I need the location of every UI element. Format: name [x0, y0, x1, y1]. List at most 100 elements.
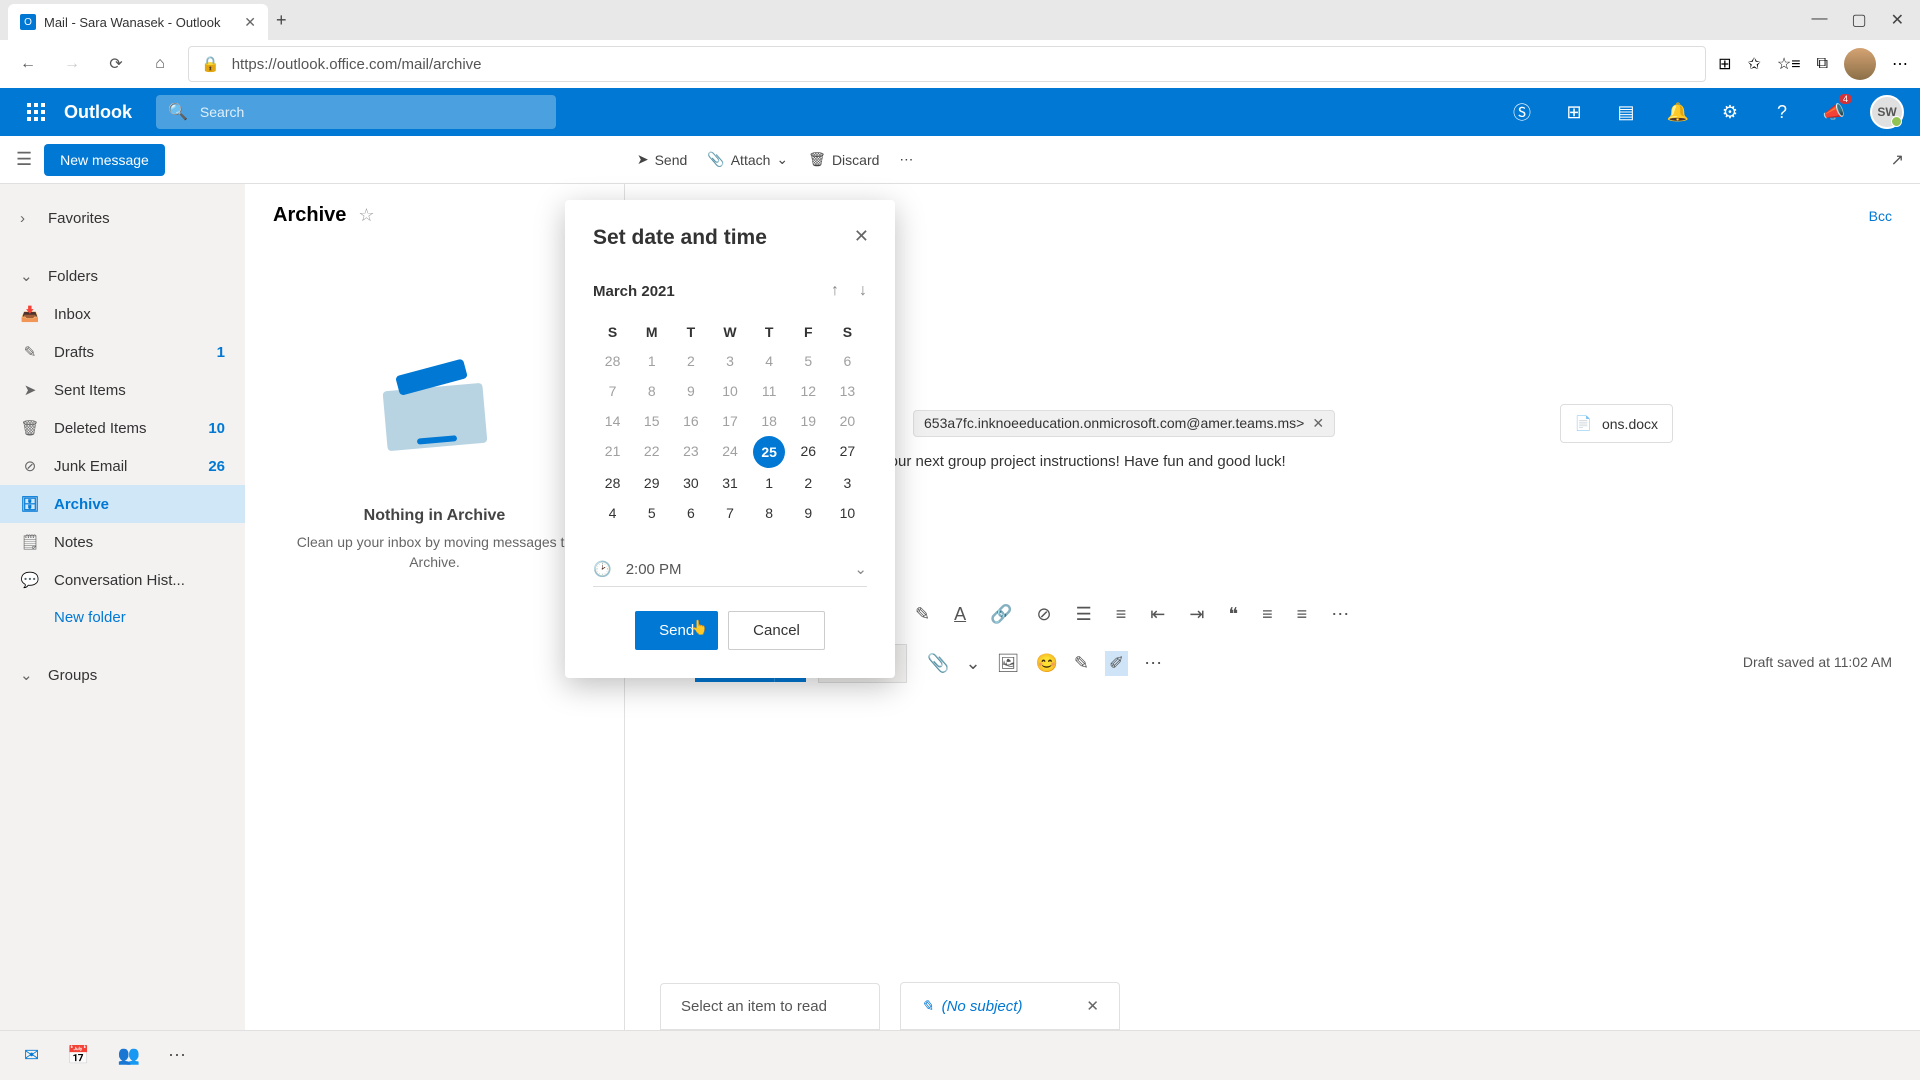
teams-icon[interactable]: ⊞ — [1558, 96, 1590, 128]
more-apps-icon[interactable]: ⋯ — [168, 1045, 186, 1066]
close-icon[interactable]: ✕ — [244, 14, 256, 31]
more-icon[interactable]: ⋯ — [899, 151, 913, 168]
recipient-chip[interactable]: 653a7fc.inknoeeducation.onmicrosoft.com@… — [913, 410, 1335, 437]
new-tab-button[interactable]: + — [276, 10, 287, 31]
collections-icon[interactable]: ⧉ — [1817, 55, 1828, 73]
sidebar-item-junk-email[interactable]: ⊘Junk Email26 — [0, 447, 245, 485]
close-icon[interactable]: ✕ — [854, 226, 869, 247]
next-month-icon[interactable]: ↓ — [859, 282, 867, 300]
bcc-link[interactable]: Bcc — [1869, 208, 1892, 224]
calendar-icon[interactable]: 📅 — [67, 1045, 89, 1066]
people-icon[interactable]: 👥 — [118, 1045, 140, 1066]
sidebar-item-inbox[interactable]: 📥Inbox — [0, 295, 245, 333]
close-icon[interactable]: ✕ — [1086, 997, 1099, 1015]
calendar-day[interactable]: 3 — [828, 468, 867, 498]
maximize-icon[interactable]: ▢ — [1851, 10, 1866, 30]
mail-icon[interactable]: ✉ — [24, 1045, 39, 1066]
star-icon[interactable]: ☆ — [358, 205, 374, 226]
calendar-day[interactable]: 25 — [753, 436, 785, 468]
menu-icon[interactable]: ⋯ — [1892, 54, 1908, 74]
number-list-icon[interactable]: ≡ — [1116, 604, 1127, 625]
help-icon[interactable]: ? — [1766, 96, 1798, 128]
dialog-cancel-button[interactable]: Cancel — [728, 611, 825, 650]
highlight-icon[interactable]: ✎ — [915, 604, 930, 625]
user-avatar[interactable]: SW — [1870, 95, 1904, 129]
new-message-button[interactable]: New message — [44, 144, 165, 176]
calendar-day[interactable]: 2 — [789, 468, 828, 498]
calendar-day[interactable]: 4 — [593, 498, 632, 528]
search-input[interactable] — [200, 104, 544, 120]
browser-tab[interactable]: O Mail - Sara Wanasek - Outlook ✕ — [8, 4, 268, 40]
quote-icon[interactable]: ❝ — [1228, 604, 1238, 625]
attachment-chip[interactable]: 📄 ons.docx — [1560, 404, 1673, 443]
more-icon[interactable]: ⋯ — [1144, 653, 1162, 674]
new-folder-link[interactable]: New folder — [0, 599, 245, 636]
app-launcher-icon[interactable] — [16, 92, 56, 132]
sidebar-item-drafts[interactable]: ✎Drafts1 — [0, 333, 245, 371]
sidebar-item-sent-items[interactable]: ➤Sent Items — [0, 371, 245, 409]
remove-recipient-icon[interactable]: ✕ — [1312, 415, 1324, 432]
megaphone-icon[interactable]: 📣4 — [1818, 96, 1850, 128]
notes-icon[interactable]: ▤ — [1610, 96, 1642, 128]
skype-icon[interactable]: Ⓢ — [1506, 96, 1538, 128]
calendar-day[interactable]: 5 — [632, 498, 671, 528]
no-subject-card[interactable]: ✎ (No subject) ✕ — [900, 982, 1120, 1030]
time-picker[interactable]: 🕑 2:00 PM ⌄ — [593, 552, 867, 587]
hamburger-icon[interactable]: ☰ — [16, 149, 32, 170]
favorite-icon[interactable]: ✩ — [1747, 54, 1760, 74]
link-icon[interactable]: 🔗 — [990, 604, 1012, 625]
back-button[interactable]: ← — [12, 48, 44, 80]
favorites-bar-icon[interactable]: ☆≡ — [1777, 54, 1801, 74]
calendar-day[interactable]: 6 — [671, 498, 710, 528]
sidebar-item-conversation-hist-[interactable]: 💬Conversation Hist... — [0, 561, 245, 599]
attach-icon[interactable]: 📎 — [927, 653, 949, 674]
popout-icon[interactable]: ↗ — [1891, 150, 1904, 170]
discard-command[interactable]: 🗑Discard — [808, 151, 879, 168]
image-icon[interactable]: 🖼 — [997, 653, 1020, 674]
align-left-icon[interactable]: ≡ — [1262, 604, 1273, 625]
extension-icon[interactable]: ⊞ — [1718, 54, 1731, 74]
search-box[interactable]: 🔍 — [156, 95, 556, 129]
settings-icon[interactable]: ⚙ — [1714, 96, 1746, 128]
calendar-day[interactable]: 27 — [828, 436, 867, 468]
groups-section[interactable]: ⌄Groups — [0, 656, 245, 694]
calendar-day[interactable]: 1 — [750, 468, 789, 498]
more-format-icon[interactable]: ⋯ — [1331, 604, 1349, 625]
calendar-day[interactable]: 10 — [828, 498, 867, 528]
address-bar[interactable]: 🔒 https://outlook.office.com/mail/archiv… — [188, 46, 1706, 82]
sidebar-item-notes[interactable]: 🗒Notes — [0, 523, 245, 561]
calendar-day[interactable]: 8 — [750, 498, 789, 528]
calendar-day[interactable]: 31 — [710, 468, 749, 498]
indent-icon[interactable]: ⇥ — [1189, 604, 1204, 625]
message-body[interactable]: r your next group project instructions! … — [873, 453, 1892, 470]
clear-format-icon[interactable]: ⊘ — [1037, 604, 1052, 625]
home-button[interactable]: ⌂ — [144, 48, 176, 80]
favorites-section[interactable]: ›Favorites — [0, 200, 245, 237]
calendar-day[interactable]: 28 — [593, 468, 632, 498]
refresh-button[interactable]: ⟳ — [100, 48, 132, 80]
calendar-day[interactable]: 9 — [789, 498, 828, 528]
calendar-day[interactable]: 26 — [789, 436, 828, 468]
forward-button[interactable]: → — [56, 48, 88, 80]
sidebar-item-deleted-items[interactable]: 🗑Deleted Items10 — [0, 409, 245, 447]
prev-month-icon[interactable]: ↑ — [831, 282, 839, 300]
browser-profile[interactable] — [1844, 48, 1876, 80]
calendar-day[interactable]: 30 — [671, 468, 710, 498]
folders-section[interactable]: ⌄Folders — [0, 257, 245, 295]
calendar-day[interactable]: 7 — [710, 498, 749, 528]
chevron-down-icon[interactable]: ⌄ — [966, 653, 981, 674]
close-window-icon[interactable]: ✕ — [1891, 10, 1904, 30]
bullet-list-icon[interactable]: ☰ — [1076, 604, 1092, 625]
dialog-send-button[interactable]: Send👆 — [635, 611, 718, 650]
template-icon[interactable]: ✐ — [1105, 651, 1128, 676]
signature-icon[interactable]: ✎ — [1074, 653, 1089, 674]
notifications-icon[interactable]: 🔔 — [1662, 96, 1694, 128]
send-command[interactable]: ➤Send — [637, 151, 687, 168]
outdent-icon[interactable]: ⇤ — [1150, 604, 1165, 625]
minimize-icon[interactable]: — — [1811, 10, 1827, 30]
attach-command[interactable]: 📎Attach⌄ — [707, 151, 788, 168]
sidebar-item-archive[interactable]: 🗄Archive — [0, 485, 245, 523]
calendar-day[interactable]: 29 — [632, 468, 671, 498]
emoji-icon[interactable]: 😊 — [1035, 653, 1057, 674]
font-color-icon[interactable]: A — [954, 604, 966, 625]
